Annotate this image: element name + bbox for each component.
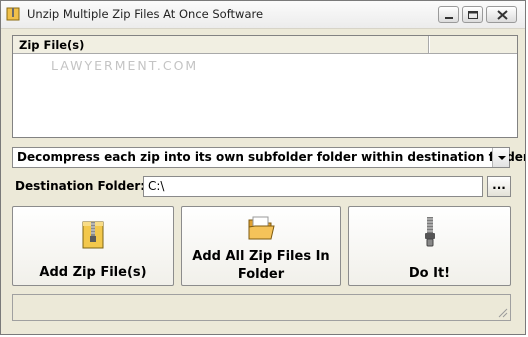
zipper-icon <box>424 217 435 247</box>
minimize-icon <box>445 17 453 19</box>
maximize-button[interactable] <box>462 6 483 23</box>
do-it-label: Do It! <box>408 266 451 281</box>
column-header-zip-files[interactable]: Zip File(s) <box>13 36 429 53</box>
decompress-mode-select[interactable]: Decompress each zip into its own subfold… <box>12 147 525 168</box>
minimize-button[interactable] <box>438 6 459 23</box>
column-header-empty <box>429 36 517 53</box>
zip-file-list[interactable]: Zip File(s) LAWYERMENT.COM <box>12 35 518 138</box>
list-header: Zip File(s) <box>13 36 517 54</box>
chevron-down-icon <box>498 156 506 160</box>
browse-button[interactable]: ... <box>487 176 511 197</box>
close-icon <box>497 10 508 20</box>
app-window: Unzip Multiple Zip Files At Once Softwar… <box>0 0 526 335</box>
add-zip-files-button[interactable]: Add Zip File(s) <box>12 206 174 286</box>
app-icon <box>6 7 20 21</box>
decompress-mode-value: Decompress each zip into its own subfold… <box>17 150 526 164</box>
do-it-button[interactable]: Do It! <box>348 206 511 286</box>
window-title: Unzip Multiple Zip Files At Once Softwar… <box>27 7 264 21</box>
dropdown-button[interactable] <box>492 148 509 167</box>
add-folder-label-line2: Folder <box>237 267 285 282</box>
maximize-icon <box>468 11 478 19</box>
zip-file-icon <box>82 221 104 249</box>
destination-folder-label: Destination Folder: <box>15 179 146 193</box>
title-bar[interactable]: Unzip Multiple Zip Files At Once Softwar… <box>1 1 525 29</box>
add-folder-button[interactable]: Add All Zip Files In Folder <box>181 206 341 286</box>
resize-grip-icon[interactable] <box>496 306 508 318</box>
status-bar <box>12 294 511 321</box>
close-button[interactable] <box>486 6 517 23</box>
add-zip-files-label: Add Zip File(s) <box>39 265 147 280</box>
open-folder-icon <box>248 216 275 240</box>
watermark-text: LAWYERMENT.COM <box>51 58 199 73</box>
add-folder-label-line1: Add All Zip Files In <box>192 249 330 264</box>
destination-folder-input[interactable]: C:\ <box>143 176 483 197</box>
